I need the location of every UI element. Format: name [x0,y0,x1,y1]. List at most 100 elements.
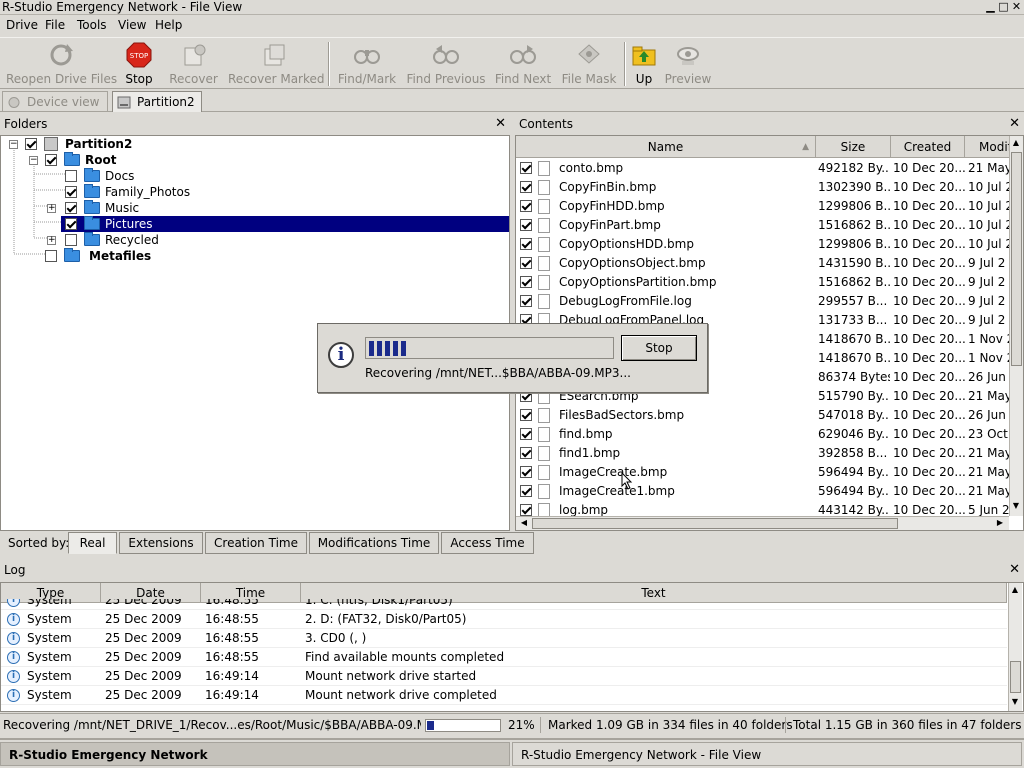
close-icon[interactable]: ✕ [1009,113,1020,135]
tree-item-root[interactable]: − Root [1,152,509,168]
column-modified[interactable]: Modifi [965,136,1010,158]
checkbox[interactable] [520,162,532,174]
file-row[interactable]: log.bmp 443142 By... 10 Dec 20... 5 Jun 2 [516,501,1011,516]
file-row[interactable]: conto.bmp 492182 By... 10 Dec 20... 21 May [516,159,1011,178]
up-button[interactable]: Up [630,40,658,88]
file-row[interactable]: ImageCreate1.bmp 596494 By... 10 Dec 20...… [516,482,1011,501]
preview-button[interactable]: Preview [663,40,713,88]
menu-help[interactable]: Help [155,18,182,32]
close-icon[interactable]: ✕ [1009,559,1020,581]
file-row[interactable]: ImageCreate.bmp 596494 By... 10 Dec 20... 2… [516,463,1011,482]
checkbox[interactable] [520,257,532,269]
tree-item-partition2[interactable]: − Partition2 [1,136,509,152]
collapse-icon[interactable]: − [29,156,38,165]
taskbar-item-file-view[interactable]: R-Studio Emergency Network - File View [512,742,1022,766]
close-icon[interactable]: ✕ [1010,1,1023,14]
tree-item-music[interactable]: + Music [1,200,509,216]
checkbox[interactable] [45,250,57,262]
file-mask-button[interactable]: File Mask [560,40,618,88]
scroll-up-icon[interactable]: ▲ [1010,138,1022,148]
checkbox[interactable] [65,218,77,230]
menu-drive[interactable]: Drive [6,18,38,32]
checkbox[interactable] [520,200,532,212]
maximize-icon[interactable]: □ [997,1,1010,14]
find-mark-button[interactable]: Find/Mark [336,40,398,88]
checkbox[interactable] [520,466,532,478]
file-row[interactable]: CopyFinHDD.bmp 1299806 B... 10 Dec 20... 10… [516,197,1011,216]
collapse-icon[interactable]: − [9,140,18,149]
close-icon[interactable]: ✕ [495,113,506,135]
find-previous-button[interactable]: Find Previous [406,40,486,88]
checkbox[interactable] [520,504,532,516]
tab-device-view[interactable]: Device view [2,91,108,112]
reopen-drive-files-button[interactable]: Reopen Drive Files [6,40,117,88]
checkbox[interactable] [520,447,532,459]
recover-marked-button[interactable]: Recover Marked [228,40,325,88]
file-row[interactable]: FilesBadSectors.bmp 547018 By... 10 Dec 20… [516,406,1011,425]
log-row[interactable]: i System 25 Dec 2009 16:48:55 2. D: (FAT32, … [1,610,1007,629]
checkbox[interactable] [45,154,57,166]
file-row[interactable]: CopyOptionsObject.bmp 1431590 B... 10 Dec … [516,254,1011,273]
stop-button[interactable]: STOP Stop [120,40,158,88]
contents-vscrollbar[interactable]: ▲ ▼ [1009,136,1023,516]
tree-item-family-photos[interactable]: Family_Photos [1,184,509,200]
tree-item-pictures[interactable]: Pictures [61,216,509,232]
scroll-up-icon[interactable]: ▲ [1009,585,1021,595]
file-row[interactable]: CopyOptionsHDD.bmp 1299806 B... 10 Dec 20.… [516,235,1011,254]
tab-partition2[interactable]: Partition2 [112,91,202,112]
expand-icon[interactable]: + [47,236,56,245]
checkbox[interactable] [520,485,532,497]
tree-item-metafiles[interactable]: Metafiles [1,248,509,264]
column-created[interactable]: Created [891,136,965,158]
log-row[interactable]: i System 25 Dec 2009 16:49:14 Mount network … [1,686,1007,705]
log-row[interactable]: i System 25 Dec 2009 16:48:55 1. C: (ntfs, D… [1,599,1007,610]
taskbar-item-main[interactable]: R-Studio Emergency Network [0,742,510,766]
log-row[interactable]: i System 25 Dec 2009 16:48:55 Find available… [1,648,1007,667]
checkbox[interactable] [520,181,532,193]
sort-real-button[interactable]: Real [68,532,117,554]
checkbox[interactable] [65,202,77,214]
file-row[interactable]: CopyFinBin.bmp 1302390 B... 10 Dec 20... 10… [516,178,1011,197]
checkbox[interactable] [520,238,532,250]
tree-item-docs[interactable]: Docs [1,168,509,184]
dialog-stop-button[interactable]: Stop [621,335,697,361]
sort-modifications-time-button[interactable]: Modifications Time [309,532,439,554]
scroll-thumb[interactable] [1011,152,1022,366]
checkbox[interactable] [520,428,532,440]
contents-hscrollbar[interactable]: ◀ ▶ [516,516,1009,530]
scroll-thumb[interactable] [532,518,898,529]
log-vscrollbar[interactable]: ▲ ▼ [1008,583,1022,711]
scroll-down-icon[interactable]: ▼ [1010,501,1022,511]
file-row[interactable]: CopyFinPart.bmp 1516862 B... 10 Dec 20... 1… [516,216,1011,235]
scroll-right-icon[interactable]: ▶ [994,518,1006,528]
checkbox[interactable] [520,219,532,231]
file-row[interactable]: find1.bmp 392858 B... 10 Dec 20... 21 May [516,444,1011,463]
sort-access-time-button[interactable]: Access Time [441,532,534,554]
log-row[interactable]: i System 25 Dec 2009 16:49:14 Mount network … [1,667,1007,686]
tree-item-recycled[interactable]: + Recycled [1,232,509,248]
menu-tools[interactable]: Tools [77,18,107,32]
checkbox[interactable] [520,295,532,307]
scroll-left-icon[interactable]: ◀ [518,518,530,528]
minimize-icon[interactable]: ▁ [984,1,997,14]
column-size[interactable]: Size [816,136,891,158]
menu-view[interactable]: View [118,18,146,32]
checkbox[interactable] [65,234,77,246]
scroll-down-icon[interactable]: ▼ [1009,697,1021,707]
sort-extensions-button[interactable]: Extensions [119,532,203,554]
checkbox[interactable] [65,170,77,182]
file-row[interactable]: CopyOptionsPartition.bmp 1516862 B... 10 D… [516,273,1011,292]
find-next-button[interactable]: Find Next [493,40,553,88]
checkbox[interactable] [520,409,532,421]
recover-button[interactable]: Recover [166,40,221,88]
file-row[interactable]: DebugLogFromFile.log 299557 B... 10 Dec 20… [516,292,1011,311]
log-row[interactable]: i System 25 Dec 2009 16:48:55 3. CD0 (, ) [1,629,1007,648]
expand-icon[interactable]: + [47,204,56,213]
scroll-thumb[interactable] [1010,661,1021,693]
menu-file[interactable]: File [45,18,65,32]
checkbox[interactable] [65,186,77,198]
checkbox[interactable] [520,276,532,288]
file-row[interactable]: find.bmp 629046 By... 10 Dec 20... 23 Oct [516,425,1011,444]
checkbox[interactable] [25,138,37,150]
column-name[interactable]: Name ▲ [516,136,816,158]
